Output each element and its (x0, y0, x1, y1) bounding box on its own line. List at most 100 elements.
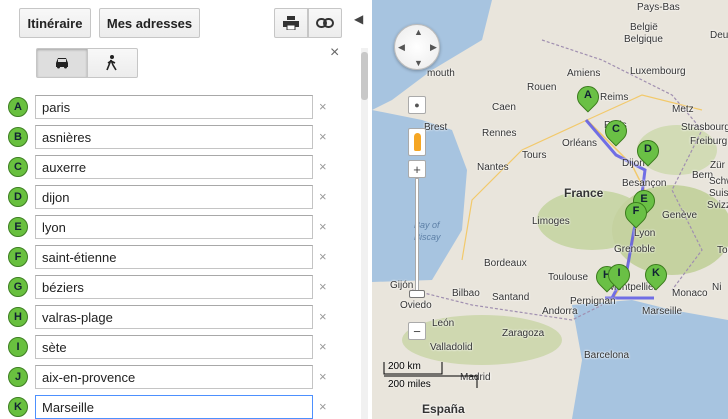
waypoint-marker-a[interactable]: A (8, 97, 28, 117)
map-label: Amiens (567, 68, 601, 79)
scale-miles-label: 200 miles (388, 379, 431, 390)
waypoint-marker-e[interactable]: E (8, 217, 28, 237)
pan-down-icon[interactable]: ▼ (414, 58, 423, 68)
route-pin-f[interactable]: F (620, 197, 652, 232)
remove-waypoint-icon[interactable]: × (319, 339, 327, 354)
close-icon[interactable]: × (330, 44, 339, 62)
scale-km-label: 200 km (388, 361, 421, 372)
remove-waypoint-icon[interactable]: × (319, 129, 327, 144)
waypoint-input-b[interactable] (35, 125, 313, 149)
map-label: Genève (662, 210, 698, 221)
remove-waypoint-icon[interactable]: × (319, 99, 327, 114)
map-label: Limoges (532, 216, 570, 227)
map-label: Freiburg im Breisgau (690, 136, 728, 147)
map-label: Santand (492, 292, 530, 303)
collapse-panel-icon[interactable]: ◀ (354, 12, 363, 26)
waypoint-marker-g[interactable]: G (8, 277, 28, 297)
zoom-slider-thumb[interactable] (409, 290, 425, 298)
map-label: France (564, 186, 604, 200)
waypoint-input-g[interactable] (35, 275, 313, 299)
remove-waypoint-icon[interactable]: × (319, 279, 327, 294)
waypoint-marker-i[interactable]: I (8, 337, 28, 357)
map-scale: 200 km 200 miles (382, 360, 482, 390)
link-button[interactable] (308, 8, 342, 38)
route-pin-d[interactable]: D (632, 135, 664, 170)
waypoint-input-h[interactable] (35, 305, 313, 329)
pan-up-icon[interactable]: ▲ (414, 27, 423, 37)
map-label: Besançon (622, 178, 667, 189)
map-label: Caen (492, 102, 516, 113)
map-label: Zaragoza (502, 328, 545, 339)
map-label: Deu (710, 30, 728, 41)
map-label: Schweiz (709, 176, 728, 187)
waypoint-marker-b[interactable]: B (8, 127, 28, 147)
waypoint-row: F × (0, 243, 360, 273)
waypoint-row: D × (0, 183, 360, 213)
map-label: Nantes (477, 162, 509, 173)
map-label: Suisse (709, 188, 728, 199)
waypoint-input-k[interactable] (35, 395, 313, 419)
remove-waypoint-icon[interactable]: × (319, 219, 327, 234)
waypoint-row: E × (0, 213, 360, 243)
zoom-slider[interactable] (415, 178, 419, 292)
car-mode-button[interactable] (36, 48, 88, 78)
waypoint-input-f[interactable] (35, 245, 313, 269)
remove-waypoint-icon[interactable]: × (319, 249, 327, 264)
car-icon (55, 58, 68, 69)
remove-waypoint-icon[interactable]: × (319, 159, 327, 174)
waypoint-input-j[interactable] (35, 365, 313, 389)
map-label: Brest (424, 122, 448, 133)
zoom-home-icon[interactable]: ● (408, 96, 426, 114)
map-label: Reims (600, 92, 629, 103)
zoom-out-button[interactable]: − (408, 322, 426, 340)
pan-control[interactable]: ▲ ▼ ◀ ▶ (394, 24, 440, 70)
waypoint-input-d[interactable] (35, 185, 313, 209)
waypoint-marker-f[interactable]: F (8, 247, 28, 267)
zoom-in-button[interactable]: + (408, 160, 426, 178)
waypoint-marker-h[interactable]: H (8, 307, 28, 327)
map-label: mouth (427, 68, 455, 79)
scrollbar-thumb[interactable] (361, 52, 368, 100)
map-label: Barcelona (584, 350, 630, 361)
remove-waypoint-icon[interactable]: × (319, 189, 327, 204)
waypoint-marker-c[interactable]: C (8, 157, 28, 177)
waypoint-input-c[interactable] (35, 155, 313, 179)
map-view[interactable]: Pays-Bas België Belgique Luxembourg Deu … (372, 0, 728, 419)
remove-waypoint-icon[interactable]: × (319, 369, 327, 384)
waypoint-input-i[interactable] (35, 335, 313, 359)
map-label: Monaco (672, 288, 708, 299)
waypoint-marker-d[interactable]: D (8, 187, 28, 207)
remove-waypoint-icon[interactable]: × (319, 399, 327, 414)
map-label: Rennes (482, 128, 517, 139)
waypoint-input-a[interactable] (35, 95, 313, 119)
map-label: Grenoble (614, 244, 656, 255)
waypoint-row: C × (0, 153, 360, 183)
route-pin-a[interactable]: A (572, 81, 604, 116)
map-label: Tori (717, 245, 728, 256)
map-label: Toulouse (548, 272, 589, 283)
walk-mode-button[interactable] (87, 48, 138, 78)
toolbar: Itinéraire Mes adresses ◀ (0, 0, 372, 44)
map-label: Marseille (642, 306, 683, 317)
waypoint-row: B × (0, 123, 360, 153)
map-label: Strasbourg (681, 122, 728, 133)
map-label: Rouen (527, 82, 557, 93)
my-addresses-button[interactable]: Mes adresses (99, 8, 200, 38)
route-pin-c[interactable]: C (600, 115, 632, 150)
waypoint-marker-j[interactable]: J (8, 367, 28, 387)
waypoint-marker-k[interactable]: K (8, 397, 28, 417)
route-pin-i[interactable]: I (603, 259, 635, 294)
waypoint-row: H × (0, 303, 360, 333)
print-button[interactable] (274, 8, 308, 38)
map-label: Ni (712, 282, 722, 293)
pegman-icon[interactable] (408, 128, 426, 156)
itinerary-button[interactable]: Itinéraire (19, 8, 91, 38)
panel-scrollbar[interactable] (361, 48, 368, 419)
map-label: Bilbao (452, 288, 480, 299)
waypoint-input-e[interactable] (35, 215, 313, 239)
route-pin-k[interactable]: K (640, 259, 672, 294)
waypoint-row: J × (0, 363, 360, 393)
pan-left-icon[interactable]: ◀ (398, 42, 405, 53)
pan-right-icon[interactable]: ▶ (430, 42, 437, 53)
remove-waypoint-icon[interactable]: × (319, 309, 327, 324)
